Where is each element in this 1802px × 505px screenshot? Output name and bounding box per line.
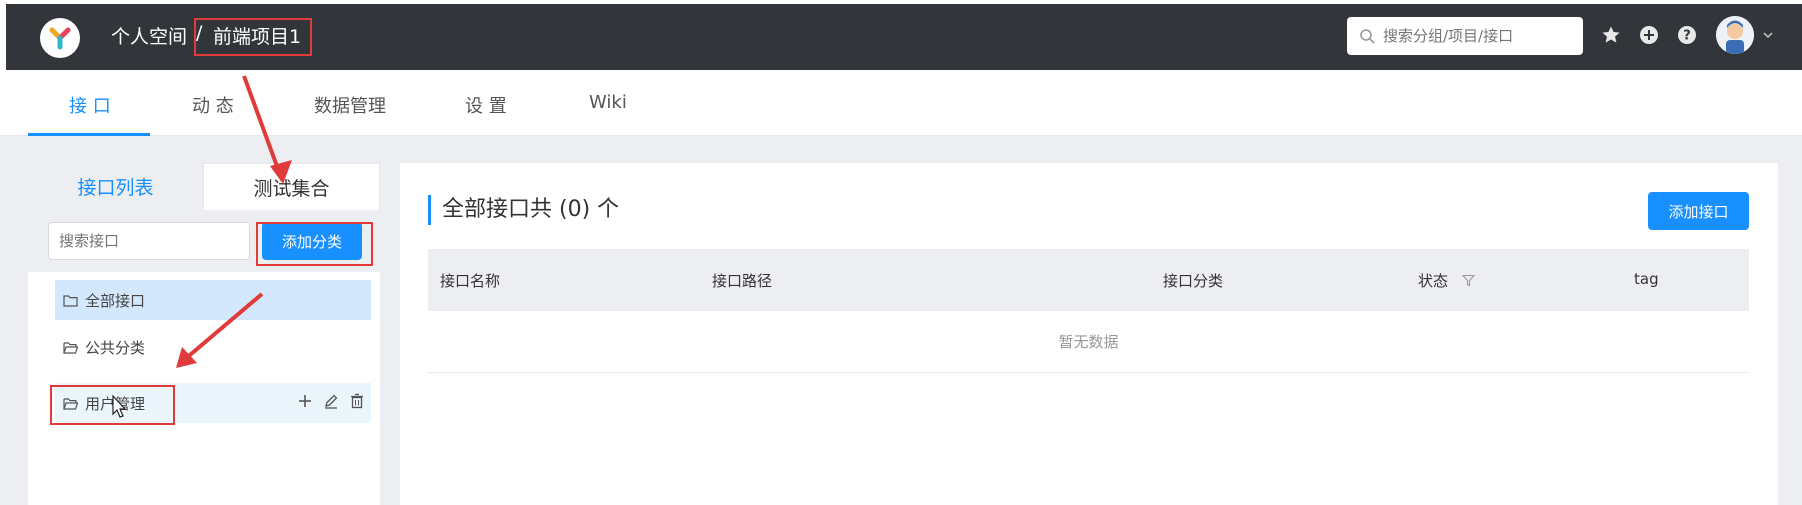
breadcrumb-personal-space[interactable]: 个人空间: [111, 22, 187, 49]
avatar-icon: [1716, 16, 1754, 54]
folder-open-icon: [63, 341, 78, 354]
window-edge: [0, 0, 6, 70]
top-header: 个人空间 / 前端项目1 ?: [0, 0, 1802, 70]
column-header-category: 接口分类: [1163, 270, 1223, 291]
help-icon[interactable]: ?: [1677, 25, 1697, 45]
interface-list-panel: 全部接口共 (0) 个 添加接口 接口名称 接口路径 接口分类 状态 tag 暂…: [400, 163, 1778, 505]
page-title: 全部接口共 (0) 个: [428, 195, 619, 225]
add-interface-icon[interactable]: [297, 393, 313, 409]
column-header-label: tag: [1634, 270, 1659, 288]
folder-icon: [63, 294, 78, 307]
column-header-label: 接口分类: [1163, 272, 1224, 290]
search-icon: [1360, 29, 1375, 44]
sidebar-tabs: 接口列表 测试集合: [28, 163, 380, 210]
global-search-input[interactable]: [1383, 27, 1573, 45]
category-item-all[interactable]: 全部接口: [55, 280, 371, 320]
interface-sidebar: 接口列表 测试集合 添加分类 全部接口 公共分类 用户管理: [28, 163, 380, 505]
tab-interface-list[interactable]: 接口列表: [28, 163, 203, 210]
annotation-box-project: [194, 18, 312, 56]
yapi-logo-icon: [49, 27, 71, 50]
column-header-label: 状态: [1418, 272, 1449, 290]
category-item-user-management[interactable]: 用户管理: [55, 383, 371, 423]
table-header: 接口名称 接口路径 接口分类 状态 tag: [428, 249, 1749, 311]
project-tabs: 接 口 动 态 数据管理 设 置 Wiki: [0, 70, 1802, 136]
column-header-label: 接口名称: [440, 272, 501, 290]
interface-search-input[interactable]: [48, 222, 250, 260]
category-label: 用户管理: [85, 394, 146, 413]
column-header-tag: tag: [1634, 270, 1659, 288]
star-icon[interactable]: [1601, 25, 1621, 45]
tab-settings[interactable]: 设 置: [465, 92, 507, 118]
sidebar-toolbar: 添加分类: [28, 210, 380, 272]
column-header-name: 接口名称: [440, 270, 500, 291]
tab-activity[interactable]: 动 态: [192, 92, 234, 118]
tab-data-management[interactable]: 数据管理: [314, 92, 386, 118]
edit-icon[interactable]: [323, 393, 339, 409]
add-interface-button[interactable]: 添加接口: [1648, 192, 1749, 230]
category-item-public[interactable]: 公共分类: [55, 327, 371, 367]
svg-text:?: ?: [1683, 29, 1691, 44]
category-label: 全部接口: [85, 291, 146, 310]
window-edge: [0, 0, 1802, 4]
category-actions: [297, 393, 365, 409]
empty-state: 暂无数据: [428, 311, 1749, 373]
active-tab-indicator: [28, 133, 150, 136]
category-label: 公共分类: [85, 338, 146, 357]
column-header-path: 接口路径: [712, 270, 772, 291]
delete-icon[interactable]: [349, 393, 365, 409]
filter-icon[interactable]: [1462, 274, 1476, 287]
avatar[interactable]: [1716, 16, 1754, 54]
tab-test-collection[interactable]: 测试集合: [203, 163, 380, 210]
tab-interface[interactable]: 接 口: [69, 92, 111, 118]
app-logo[interactable]: [40, 18, 80, 58]
tab-wiki[interactable]: Wiki: [589, 92, 627, 113]
global-search[interactable]: [1347, 17, 1583, 55]
folder-open-icon: [63, 397, 78, 410]
chevron-down-icon[interactable]: [1762, 26, 1774, 45]
add-category-button[interactable]: 添加分类: [262, 222, 362, 260]
plus-circle-icon[interactable]: [1639, 25, 1659, 45]
column-header-label: 接口路径: [712, 272, 773, 290]
column-header-status: 状态: [1418, 270, 1476, 291]
